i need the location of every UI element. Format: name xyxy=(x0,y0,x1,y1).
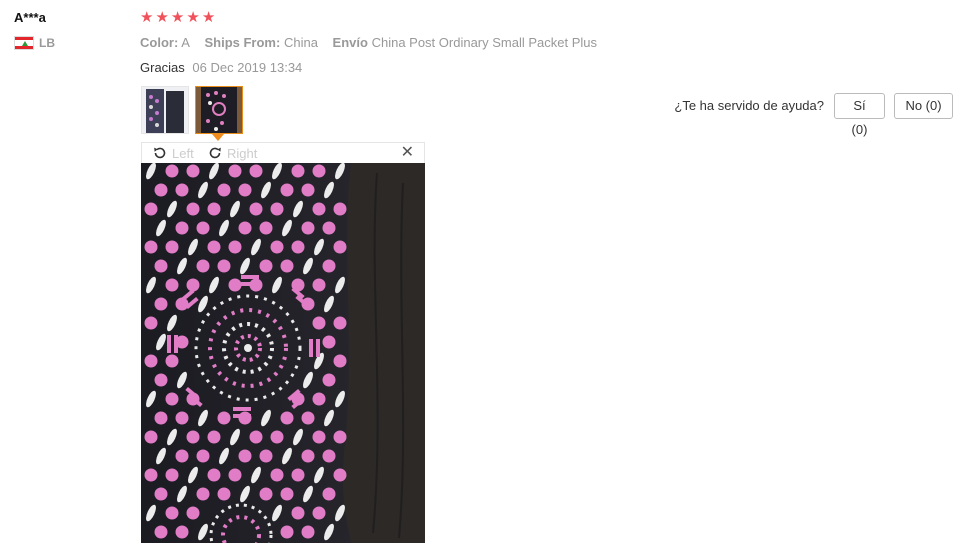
ships-from-value: China xyxy=(283,35,318,50)
review-photo-image xyxy=(141,163,425,543)
rotate-left-button[interactable]: Left xyxy=(152,145,194,161)
helpful-no-button[interactable]: No (0) xyxy=(894,93,953,119)
star-icon: ★ xyxy=(140,9,154,26)
shipping-method-value: China Post Ordinary Small Packet Plus xyxy=(371,35,598,50)
country-code: LB xyxy=(39,36,55,50)
close-icon[interactable]: ✕ xyxy=(401,143,414,163)
reviewer-country: LB xyxy=(14,36,55,50)
rotate-right-icon xyxy=(209,147,221,159)
rotate-left-icon xyxy=(154,147,166,159)
feedback-text: Gracias xyxy=(140,60,185,75)
selected-thumbnail-caret xyxy=(212,134,224,141)
rotate-left-label: Left xyxy=(172,145,194,161)
helpful-question: ¿Te ha servido de ayuda? xyxy=(674,98,824,113)
color-key: Color: xyxy=(140,35,179,50)
lebanon-flag-icon xyxy=(14,36,34,50)
order-specs: Color: A Ships From: China Envío China P… xyxy=(140,35,608,50)
ships-from-key: Ships From: xyxy=(204,35,281,50)
star-icon: ★ xyxy=(155,9,169,26)
star-rating: ★ ★ ★ ★ ★ xyxy=(140,10,215,26)
star-icon: ★ xyxy=(201,9,216,26)
star-icon: ★ xyxy=(186,9,200,26)
shipping-method-key: Envío xyxy=(332,35,368,50)
star-icon: ★ xyxy=(170,9,185,26)
rotate-right-button[interactable]: Right xyxy=(207,145,257,161)
color-value: A xyxy=(181,35,190,50)
review-feedback: Gracias 06 Dec 2019 13:34 xyxy=(140,60,302,75)
helpful-yes-button[interactable]: Sí (0) xyxy=(834,93,885,137)
review-photo-thumbnail-2[interactable] xyxy=(195,86,243,134)
rotate-right-label: Right xyxy=(227,145,258,161)
review-photo-large xyxy=(141,163,425,543)
image-viewer-toolbar: Left Right ✕ xyxy=(141,142,425,163)
reviewer-name: A***a xyxy=(14,10,46,25)
review-date: 06 Dec 2019 13:34 xyxy=(192,60,303,75)
review-photo-thumbnail-1[interactable] xyxy=(141,86,189,134)
